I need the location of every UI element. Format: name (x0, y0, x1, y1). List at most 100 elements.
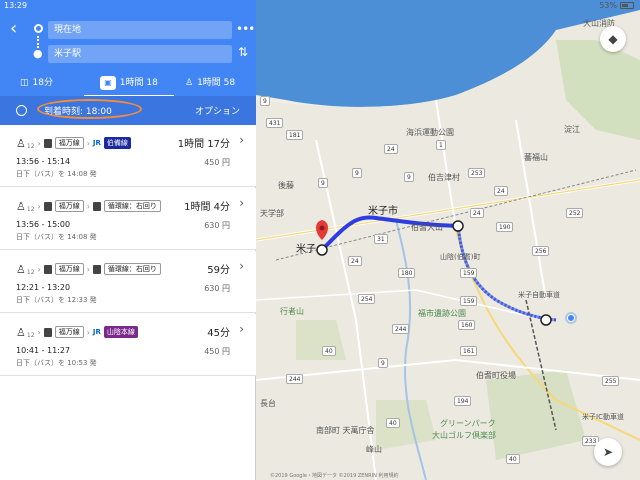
battery-icon (620, 2, 634, 9)
road-shield: 253 (468, 168, 486, 178)
road-shield: 24 (384, 144, 398, 154)
chevron-right-icon: › (239, 322, 244, 336)
highlight-oval (37, 99, 142, 119)
map-view[interactable]: 大山消防 淀江 海浜運動公園 伯吉津村 蕃福山 後藤 米子市 伯耆大山 米子 天… (256, 0, 640, 480)
map-label: 南部町 天萬庁舎 (316, 426, 375, 435)
walk-icon: ♙ (16, 325, 26, 339)
bus-icon (43, 138, 52, 148)
road-shield: 161 (460, 346, 478, 356)
route-duration: 1時間 4分 (184, 202, 230, 213)
battery-percent: 53% (599, 1, 617, 10)
line-badge: 福万線 (54, 137, 84, 149)
road-shield: 159 (460, 268, 478, 278)
chevron-right-icon: › (37, 138, 41, 148)
bus-icon (92, 201, 101, 211)
road-shield: 24 (494, 186, 508, 196)
chevron-right-icon: › (86, 138, 90, 148)
road-shield: 24 (470, 208, 484, 218)
back-button[interactable]: ‹ (10, 20, 28, 38)
road-shield: 180 (398, 268, 416, 278)
road-shield: 40 (322, 346, 336, 356)
route-option[interactable]: ♙ 12 › 福万線 › JR 伯備線 1時間 17分 › 13:56 - 15… (0, 125, 256, 187)
route-duration: 59分 (207, 265, 230, 276)
road-shield: 252 (566, 208, 584, 218)
chevron-right-icon: › (37, 201, 41, 211)
road-shield: 254 (358, 294, 376, 304)
road-shield: 9 (378, 358, 388, 368)
route-fare: 450 円 (204, 158, 230, 167)
my-location-button[interactable]: ➤ (594, 438, 622, 466)
map-label: 蕃福山 (524, 153, 548, 162)
more-options-icon[interactable]: ••• (236, 22, 255, 36)
road-shield: 40 (506, 454, 520, 464)
road-shield: 256 (532, 246, 550, 256)
origin-icon (34, 24, 43, 33)
chevron-right-icon: › (239, 196, 244, 210)
map-label: 峰山 (366, 445, 382, 454)
map-label: 淀江 (564, 125, 580, 134)
route-times: 13:56 - 15:00 (16, 220, 71, 229)
origin-field[interactable]: 現在地 (48, 21, 232, 39)
route-times: 13:56 - 15:14 (16, 157, 71, 166)
chevron-right-icon: › (239, 133, 244, 147)
layers-icon: ◆ (608, 32, 618, 46)
walk-minutes: 12 (26, 205, 35, 213)
options-button[interactable]: オプション (195, 104, 240, 117)
tab-car[interactable]: ◫ 18分 (20, 72, 53, 94)
route-times: 10:41 - 11:27 (16, 346, 71, 355)
walk-minutes: 12 (26, 331, 35, 339)
route-times: 12:21 - 13:20 (16, 283, 71, 292)
road-shield: 244 (392, 324, 410, 334)
bus-icon (43, 201, 52, 211)
line-badge: 伯備線 (103, 137, 131, 149)
line-badge: 循環線：右回り (103, 263, 161, 275)
map-label: 福市遺跡公園 (418, 309, 466, 318)
chevron-right-icon: › (37, 327, 41, 337)
map-label: グリーンパーク (440, 419, 496, 428)
car-icon: ◫ (20, 78, 29, 88)
road-shield: 9 (318, 178, 328, 188)
destination-field[interactable]: 米子駅 (48, 45, 232, 63)
route-option[interactable]: ♙ 12 › 福万線 › 循環線：右回り 59分 › 12:21 - 13:20… (0, 251, 256, 313)
travel-mode-tabs: ◫ 18分 ▣ 1時間 18 ♙ 1時間 58 (0, 72, 256, 97)
route-duration: 45分 (207, 328, 230, 339)
layers-button[interactable]: ◆ (600, 26, 626, 52)
road-shield: 431 (266, 118, 284, 128)
map-label: 大山ゴルフ倶楽部 (432, 431, 496, 440)
walk-icon: ♙ (16, 262, 26, 276)
route-departure: 日下（バス）を 14:08 発 (16, 170, 97, 178)
chevron-right-icon: › (86, 327, 90, 337)
road-shield: 194 (454, 396, 472, 406)
route-steps: ♙ 12 › 福万線 › JR 伯備線 (16, 135, 131, 151)
status-bar: 13:29 53% (0, 0, 640, 12)
road-shield: 159 (460, 296, 478, 306)
tab-walk[interactable]: ♙ 1時間 58 (185, 72, 235, 94)
route-duration: 1時間 17分 (177, 139, 230, 150)
route-steps: ♙ 12 › 福万線 › JR 山陰本線 (16, 324, 138, 340)
map-label: 長台 (260, 399, 276, 408)
walk-minutes: 12 (26, 268, 35, 276)
map-label: 米子 (296, 244, 316, 255)
route-departure: 日下（バス）を 12:33 発 (16, 296, 97, 304)
route-steps: ♙ 12 › 福万線 › 循環線：右回り (16, 198, 161, 214)
walk-icon: ♙ (185, 78, 194, 88)
route-option[interactable]: ♙ 12 › 福万線 › JR 山陰本線 45分 › 10:41 - 11:27… (0, 314, 256, 376)
road-shield: 40 (386, 418, 400, 428)
map-label: 天学部 (260, 209, 284, 218)
walk-minutes: 12 (26, 142, 35, 150)
swap-icon[interactable]: ⇅ (238, 45, 248, 59)
chevron-right-icon: › (86, 201, 90, 211)
road-shield: 160 (458, 320, 476, 330)
route-option[interactable]: ♙ 12 › 福万線 › 循環線：右回り 1時間 4分 › 13:56 - 15… (0, 188, 256, 250)
bus-icon (43, 264, 52, 274)
walk-duration: 1時間 58 (197, 78, 236, 88)
jr-logo-icon: JR (92, 328, 101, 336)
line-badge: 福万線 (54, 200, 84, 212)
map-label: 米子自動車道 (518, 291, 560, 299)
map-label: 後藤 (278, 181, 294, 190)
bus-icon (92, 264, 101, 274)
time-options-bar: 到着時刻: 18:00 オプション (0, 96, 256, 125)
directions-panel: ‹ ● 現在地 米子駅 ••• ⇅ ◫ 18分 ▣ 1時間 18 ♙ 1時間 5… (0, 0, 256, 480)
line-badge: 山陰本線 (103, 326, 138, 338)
tab-transit[interactable]: ▣ 1時間 18 (84, 72, 174, 94)
